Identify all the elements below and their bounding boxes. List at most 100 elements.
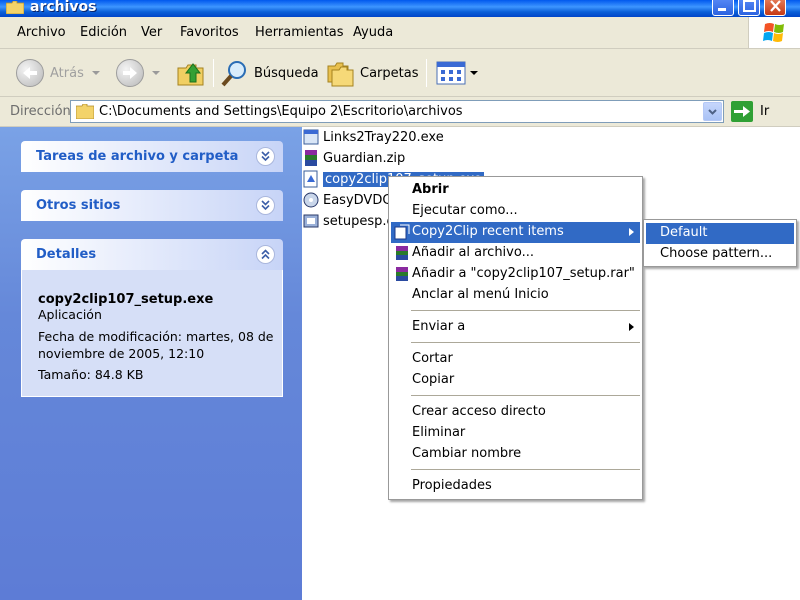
menu-item-properties[interactable]: Propiedades [391, 476, 640, 497]
details-modified-line2: noviembre de 2005, 12:10 [38, 346, 205, 361]
menu-herramientas[interactable]: Herramientas [255, 25, 344, 40]
copy2clip-icon [394, 224, 410, 240]
menu-item-label: Propiedades [412, 478, 492, 493]
menu-item-send-to[interactable]: Enviar a [391, 317, 640, 338]
context-menu: Abrir Ejecutar como... Copy2Clip recent … [388, 176, 643, 500]
file-name: Links2Tray220.exe [323, 129, 444, 145]
menu-item-copy2clip[interactable]: Copy2Clip recent items [391, 222, 640, 243]
close-icon [770, 0, 781, 12]
rar-archive-icon [305, 150, 317, 166]
file-name: EasyDVDCl [323, 192, 396, 208]
menu-item-label: Cortar [412, 351, 453, 366]
menu-item-label: Copy2Clip recent items [412, 224, 564, 239]
back-arrow-icon [16, 59, 44, 87]
file-item-links2tray[interactable]: Links2Tray220.exe [302, 127, 444, 147]
menu-item-label: Enviar a [412, 319, 466, 334]
window-title: archivos [30, 0, 97, 15]
menu-separator [411, 342, 640, 343]
views-button[interactable] [436, 57, 478, 89]
toolbar: Atrás Búsqueda Carpetas [0, 49, 800, 97]
menu-item-add-archive[interactable]: Añadir al archivo... [391, 243, 640, 264]
address-bar: Dirección C:\Documents and Settings\Equi… [0, 97, 800, 127]
address-input[interactable]: C:\Documents and Settings\Equipo 2\Escri… [70, 100, 724, 123]
copy2clip-submenu: Default Choose pattern... [643, 219, 797, 267]
close-button[interactable] [764, 0, 786, 16]
details-file-name: copy2clip107_setup.exe [38, 292, 214, 307]
menu-item-open[interactable]: Abrir [391, 180, 640, 201]
task-pane: Tareas de archivo y carpeta Otros sitios… [0, 127, 302, 600]
menu-favoritos[interactable]: Favoritos [180, 25, 239, 40]
file-tasks-title: Tareas de archivo y carpeta [36, 149, 239, 164]
submenu-arrow-icon [629, 323, 634, 331]
toolbar-separator [426, 59, 427, 87]
search-icon [221, 61, 246, 87]
menu-edicion[interactable]: Edición [80, 25, 127, 40]
file-item-guardian[interactable]: Guardian.zip [302, 148, 405, 168]
file-item-setupesp[interactable]: setupesp.e [302, 211, 395, 231]
up-folder-icon [177, 63, 204, 86]
details-panel-header[interactable]: Detalles [21, 239, 283, 270]
up-folder-button[interactable] [176, 57, 206, 89]
menu-item-delete[interactable]: Eliminar [391, 423, 640, 444]
chevron-down-icon[interactable] [256, 147, 275, 166]
submenu-item-choose-pattern[interactable]: Choose pattern... [646, 244, 794, 265]
menu-ayuda[interactable]: Ayuda [353, 25, 393, 40]
winrar-icon [396, 267, 408, 281]
chevron-down-icon[interactable] [256, 196, 275, 215]
back-button[interactable]: Atrás [16, 57, 100, 89]
folders-button[interactable]: Carpetas [326, 57, 418, 89]
file-tasks-panel-header[interactable]: Tareas de archivo y carpeta [21, 141, 283, 172]
file-name: Guardian.zip [323, 150, 406, 166]
details-file-size: Tamaño: 84.8 KB [38, 367, 144, 382]
menu-item-create-shortcut[interactable]: Crear acceso directo [391, 402, 640, 423]
address-label: Dirección [10, 104, 71, 119]
forward-button[interactable] [116, 57, 160, 89]
details-modified-line1: Fecha de modificación: martes, 08 de [38, 329, 274, 344]
exe-icon [303, 192, 319, 208]
search-label: Búsqueda [254, 65, 319, 81]
address-path: C:\Documents and Settings\Equipo 2\Escri… [99, 104, 463, 119]
menu-item-label: Añadir a "copy2clip107_setup.rar" [412, 266, 635, 281]
windows-logo [748, 17, 800, 48]
minimize-button[interactable] [712, 0, 734, 16]
menu-item-label: Eliminar [412, 425, 466, 440]
menu-separator [411, 395, 640, 396]
search-button[interactable]: Búsqueda [220, 57, 319, 89]
exe-icon [303, 214, 319, 228]
maximize-button[interactable] [738, 0, 760, 16]
go-label[interactable]: Ir [760, 104, 769, 119]
menu-item-label: Crear acceso directo [412, 404, 546, 419]
views-dropdown-icon [470, 71, 478, 75]
title-bar[interactable]: archivos [0, 0, 800, 17]
menu-item-label: Ejecutar como... [412, 203, 518, 218]
go-button[interactable] [731, 101, 753, 122]
other-places-title: Otros sitios [36, 198, 121, 213]
other-places-panel-header[interactable]: Otros sitios [21, 190, 283, 221]
menu-bar: Archivo Edición Ver Favoritos Herramient… [0, 17, 800, 49]
menu-item-label: Abrir [412, 182, 449, 197]
menu-item-add-rar[interactable]: Añadir a "copy2clip107_setup.rar" [391, 264, 640, 285]
menu-item-label: Cambiar nombre [412, 446, 522, 461]
forward-arrow-icon [116, 59, 144, 87]
forward-dropdown-icon[interactable] [152, 71, 160, 75]
menu-item-pin-start[interactable]: Anclar al menú Inicio [391, 285, 640, 306]
file-item-easydvd[interactable]: EasyDVDCl [302, 190, 395, 210]
back-dropdown-icon[interactable] [91, 71, 100, 75]
address-dropdown-button[interactable] [703, 102, 722, 121]
windows-flag-icon [763, 23, 784, 42]
details-panel-body: copy2clip107_setup.exe Aplicación Fecha … [21, 270, 283, 397]
menu-item-cut[interactable]: Cortar [391, 349, 640, 370]
menu-item-rename[interactable]: Cambiar nombre [391, 444, 640, 465]
menu-item-label: Añadir al archivo... [412, 245, 534, 260]
menu-ver[interactable]: Ver [141, 25, 162, 40]
menu-archivo[interactable]: Archivo [17, 25, 66, 40]
menu-item-copy[interactable]: Copiar [391, 370, 640, 391]
folder-icon [6, 1, 24, 14]
chevron-up-icon[interactable] [256, 245, 275, 264]
menu-item-run-as[interactable]: Ejecutar como... [391, 201, 640, 222]
minimize-icon [718, 8, 726, 11]
views-grid-icon [436, 61, 466, 85]
go-arrow-icon [734, 106, 750, 117]
exe-icon [303, 129, 319, 145]
submenu-item-default[interactable]: Default [646, 223, 794, 244]
